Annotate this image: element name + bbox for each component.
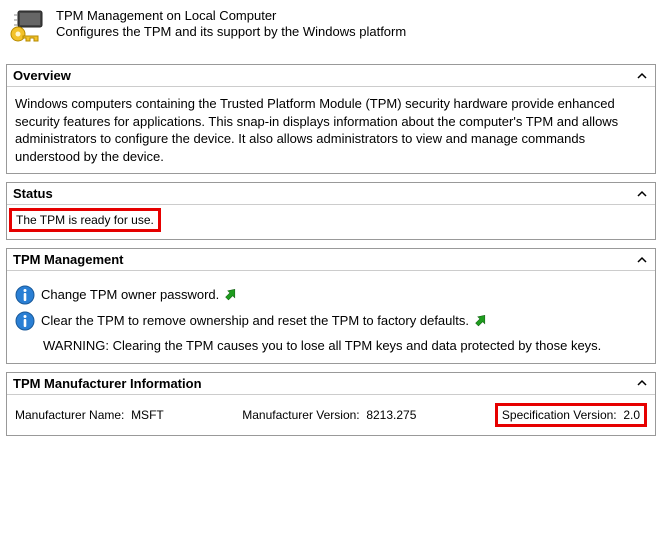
tpm-management-body: Change TPM owner password. Clear the TPM… bbox=[7, 271, 655, 363]
info-icon bbox=[15, 285, 35, 305]
chevron-up-icon bbox=[635, 376, 649, 390]
status-panel: Status The TPM is ready for use. bbox=[6, 182, 656, 240]
manufacturer-version-value: 8213.275 bbox=[366, 408, 416, 422]
manufacturer-name: Manufacturer Name: MSFT bbox=[15, 408, 164, 422]
chevron-up-icon bbox=[635, 253, 649, 267]
specification-version-highlighted: Specification Version: 2.0 bbox=[495, 403, 647, 427]
page-header: TPM Management on Local Computer Configu… bbox=[0, 0, 662, 58]
tpm-chip-key-icon bbox=[8, 8, 48, 48]
specification-version-value: 2.0 bbox=[623, 408, 640, 422]
overview-panel: Overview Windows computers containing th… bbox=[6, 64, 656, 174]
overview-title: Overview bbox=[13, 68, 71, 83]
overview-body: Windows computers containing the Trusted… bbox=[7, 87, 655, 173]
tpm-management-header[interactable]: TPM Management bbox=[7, 249, 655, 271]
change-owner-password-label: Change TPM owner password. bbox=[41, 286, 219, 304]
manufacturer-version-label: Manufacturer Version: bbox=[242, 408, 359, 422]
go-arrow-icon[interactable] bbox=[475, 314, 489, 328]
manufacturer-panel: TPM Manufacturer Information Manufacture… bbox=[6, 372, 656, 436]
chevron-up-icon bbox=[635, 69, 649, 83]
header-text-block: TPM Management on Local Computer Configu… bbox=[56, 8, 406, 39]
status-body: The TPM is ready for use. bbox=[7, 205, 655, 239]
manufacturer-name-label: Manufacturer Name: bbox=[15, 408, 124, 422]
go-arrow-icon[interactable] bbox=[225, 288, 239, 302]
info-icon bbox=[15, 311, 35, 331]
manufacturer-body: Manufacturer Name: MSFT Manufacturer Ver… bbox=[7, 395, 655, 435]
manufacturer-name-value: MSFT bbox=[131, 408, 164, 422]
tpm-management-panel: TPM Management Change TPM owner password… bbox=[6, 248, 656, 364]
manufacturer-version: Manufacturer Version: 8213.275 bbox=[242, 408, 416, 422]
manufacturer-panel-header[interactable]: TPM Manufacturer Information bbox=[7, 373, 655, 395]
manufacturer-title: TPM Manufacturer Information bbox=[13, 376, 202, 391]
clear-tpm-label: Clear the TPM to remove ownership and re… bbox=[41, 312, 469, 330]
chevron-up-icon bbox=[635, 187, 649, 201]
status-text-highlighted: The TPM is ready for use. bbox=[9, 208, 161, 232]
clear-tpm-row[interactable]: Clear the TPM to remove ownership and re… bbox=[15, 311, 647, 331]
overview-panel-header[interactable]: Overview bbox=[7, 65, 655, 87]
change-owner-password-row[interactable]: Change TPM owner password. bbox=[15, 285, 647, 305]
status-panel-header[interactable]: Status bbox=[7, 183, 655, 205]
page-title: TPM Management on Local Computer bbox=[56, 8, 406, 24]
specification-version-label: Specification Version: bbox=[502, 408, 617, 422]
tpm-management-title: TPM Management bbox=[13, 252, 124, 267]
clear-tpm-warning: WARNING: Clearing the TPM causes you to … bbox=[15, 337, 647, 355]
status-title: Status bbox=[13, 186, 53, 201]
page-subtitle: Configures the TPM and its support by th… bbox=[56, 24, 406, 40]
